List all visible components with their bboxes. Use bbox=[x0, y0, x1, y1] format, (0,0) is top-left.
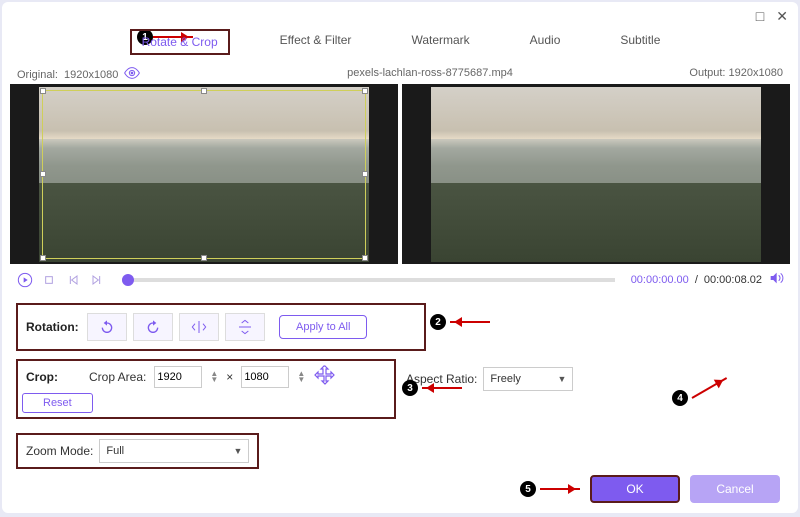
zoom-mode-label: Zoom Mode: bbox=[26, 444, 93, 458]
crop-group: Crop: Crop Area: ▲▼ × ▲▼ Reset bbox=[16, 359, 396, 419]
output-label: Output: bbox=[689, 67, 725, 79]
prev-frame-button[interactable] bbox=[64, 271, 82, 289]
close-button[interactable]: ✕ bbox=[776, 8, 788, 25]
flip-vertical-button[interactable] bbox=[225, 313, 265, 341]
volume-icon[interactable] bbox=[768, 270, 784, 289]
reset-button[interactable]: Reset bbox=[22, 393, 93, 413]
crop-handle[interactable] bbox=[201, 88, 207, 94]
chevron-down-icon: ▼ bbox=[233, 446, 242, 456]
flip-horizontal-button[interactable] bbox=[179, 313, 219, 341]
time-sep: / bbox=[695, 274, 698, 286]
apply-to-all-button[interactable]: Apply to All bbox=[279, 315, 367, 339]
rotation-label: Rotation: bbox=[26, 320, 81, 334]
annotation-badge-5: 5 bbox=[520, 481, 536, 497]
play-button[interactable] bbox=[16, 271, 34, 289]
cancel-button[interactable]: Cancel bbox=[690, 475, 780, 503]
timeline[interactable] bbox=[122, 278, 615, 282]
aspect-ratio-value: Freely bbox=[490, 373, 521, 385]
original-value: 1920x1080 bbox=[64, 69, 118, 81]
original-label: Original: bbox=[17, 69, 58, 81]
height-down[interactable]: ▼ bbox=[297, 377, 305, 383]
ok-button[interactable]: OK bbox=[590, 475, 680, 503]
chevron-down-icon: ▼ bbox=[557, 374, 566, 384]
current-time: 00:00:00.00 bbox=[631, 274, 689, 286]
crop-handle[interactable] bbox=[201, 255, 207, 261]
tabs: Rotate & Crop Effect & Filter Watermark … bbox=[2, 25, 798, 65]
crop-label: Crop: bbox=[26, 370, 81, 384]
preview-original[interactable] bbox=[10, 84, 398, 264]
crop-handle[interactable] bbox=[362, 88, 368, 94]
crop-handle[interactable] bbox=[40, 171, 46, 177]
stop-button[interactable] bbox=[40, 271, 58, 289]
annotation-badge-2: 2 bbox=[430, 314, 446, 330]
tab-rotate-crop[interactable]: Rotate & Crop bbox=[130, 29, 230, 55]
tab-watermark[interactable]: Watermark bbox=[401, 29, 479, 55]
rotate-left-button[interactable] bbox=[87, 313, 127, 341]
next-frame-button[interactable] bbox=[88, 271, 106, 289]
annotation-arrow-5 bbox=[540, 488, 580, 490]
minimize-button[interactable]: □ bbox=[756, 8, 764, 25]
rotate-right-button[interactable] bbox=[133, 313, 173, 341]
output-value: 1920x1080 bbox=[729, 67, 783, 79]
zoom-mode-value: Full bbox=[106, 445, 124, 457]
crop-handle[interactable] bbox=[362, 171, 368, 177]
aspect-ratio-select[interactable]: Freely ▼ bbox=[483, 367, 573, 391]
crop-handle[interactable] bbox=[40, 255, 46, 261]
duration: 00:00:08.02 bbox=[704, 274, 762, 286]
preview-eye-icon[interactable] bbox=[124, 67, 140, 82]
crop-handle[interactable] bbox=[362, 255, 368, 261]
preview-output bbox=[402, 84, 790, 264]
move-crop-icon[interactable] bbox=[313, 364, 337, 391]
timeline-playhead[interactable] bbox=[122, 274, 134, 286]
tab-audio[interactable]: Audio bbox=[520, 29, 571, 55]
tab-effect-filter[interactable]: Effect & Filter bbox=[270, 29, 362, 55]
width-down[interactable]: ▼ bbox=[210, 377, 218, 383]
crop-rectangle[interactable] bbox=[42, 90, 366, 259]
crop-width-input[interactable] bbox=[154, 366, 202, 388]
crop-handle[interactable] bbox=[40, 88, 46, 94]
filename: pexels-lachlan-ross-8775687.mp4 bbox=[227, 67, 633, 82]
times-symbol: × bbox=[226, 370, 233, 384]
crop-area-label: Crop Area: bbox=[89, 370, 146, 384]
crop-height-input[interactable] bbox=[241, 366, 289, 388]
aspect-ratio-label: Aspect Ratio: bbox=[406, 372, 477, 386]
tab-subtitle[interactable]: Subtitle bbox=[610, 29, 670, 55]
annotation-arrow-2 bbox=[450, 321, 490, 323]
zoom-mode-select[interactable]: Full ▼ bbox=[99, 439, 249, 463]
